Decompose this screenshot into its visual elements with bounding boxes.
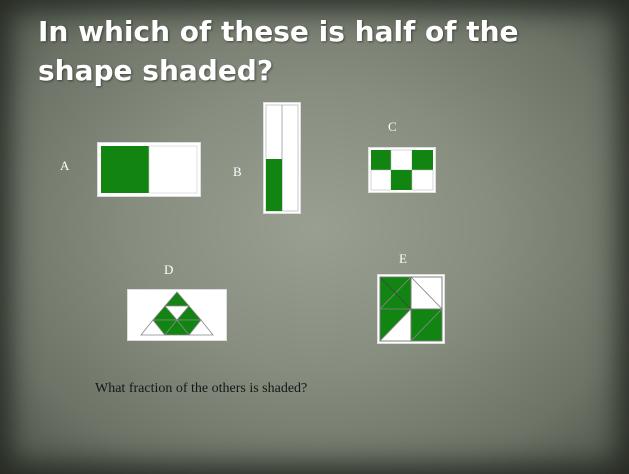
shape-c bbox=[368, 147, 436, 193]
shape-e bbox=[377, 274, 445, 344]
label-e: E bbox=[399, 251, 407, 266]
follow-up-question: What fraction of the others is shaded? bbox=[95, 381, 308, 396]
shape-b-shaded-quarter bbox=[266, 159, 282, 211]
label-c: C bbox=[388, 119, 397, 134]
shape-a bbox=[97, 142, 201, 197]
shape-d bbox=[127, 289, 227, 341]
label-a: A bbox=[60, 158, 70, 173]
shape-a-blank-half bbox=[148, 145, 198, 194]
shape-b bbox=[263, 102, 301, 214]
shape-a-shaded-half bbox=[101, 146, 149, 193]
label-d: D bbox=[164, 262, 174, 277]
label-b: B bbox=[233, 164, 242, 179]
slide-title: In which of these is half of the shape s… bbox=[38, 15, 519, 87]
